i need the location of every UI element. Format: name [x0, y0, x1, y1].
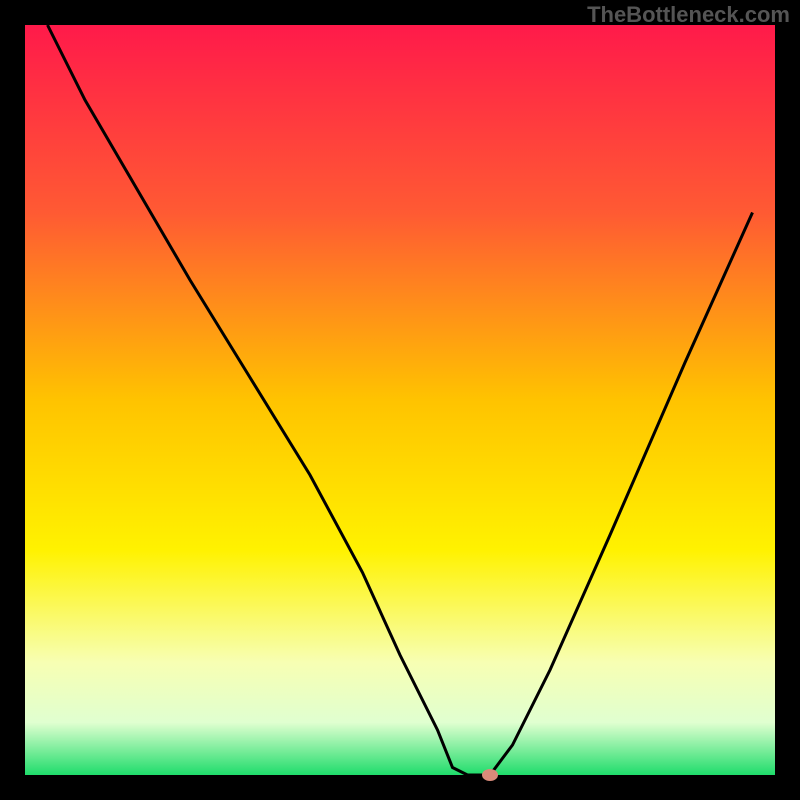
bottleneck-chart: [0, 0, 800, 800]
plot-background: [25, 25, 775, 775]
current-position-marker: [482, 769, 498, 781]
chart-container: TheBottleneck.com: [0, 0, 800, 800]
watermark-label: TheBottleneck.com: [587, 2, 790, 28]
